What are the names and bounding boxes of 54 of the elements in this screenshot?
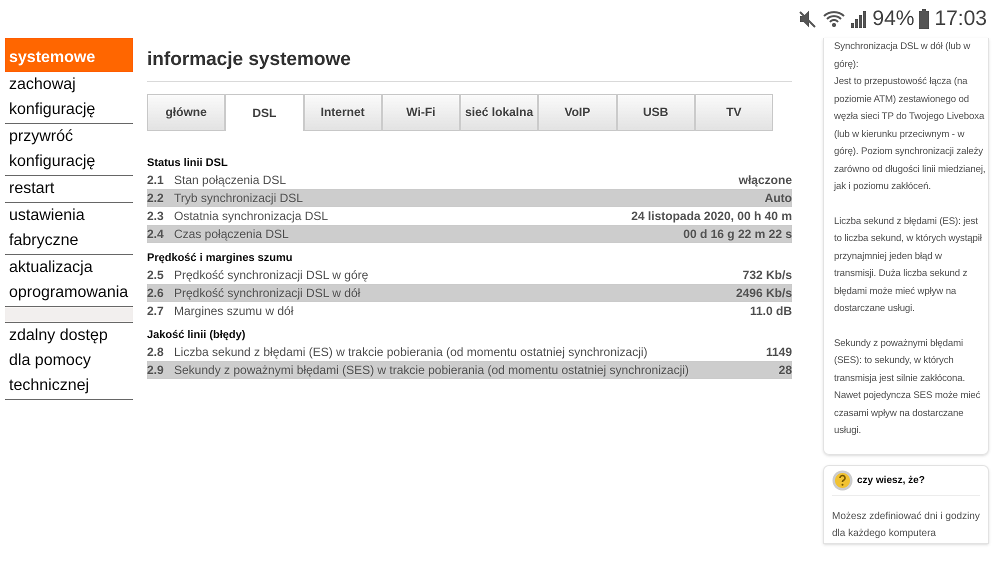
row-value: 28 [778, 362, 792, 378]
section-heading: Status linii DSL [147, 156, 229, 170]
tip-title: czy wiesz, że? [857, 474, 925, 488]
sidebar-item[interactable]: restart [5, 176, 133, 203]
row-number: 2.8 [147, 344, 165, 360]
help-text: Sekundy z poważnymi błędami (SES): to sekundy, w których transmisja jest silnie zakłócona. Nawet pojedyncza SES może mieć czasami wpływ na dostarczane usługi. [834, 336, 982, 438]
tab[interactable]: Internet [304, 94, 382, 130]
row-label: Liczba sekund z błędami (ES) w trakcie pobierania (od momentu ostatniej synchronizacji) [174, 344, 649, 360]
row-number: 2.3 [147, 208, 165, 224]
row-label: Ostatnia synchronizacja DSL [174, 208, 330, 224]
tab[interactable]: Wi-Fi [382, 94, 460, 130]
tab[interactable]: USB [616, 94, 695, 130]
question-icon [832, 470, 853, 490]
row-value: 11.0 dB [750, 302, 792, 320]
tab[interactable]: główne [147, 94, 226, 130]
battery-percentage: 94% [872, 6, 914, 32]
page-title: informacje systemowe [147, 38, 792, 82]
row-value: Auto [764, 190, 792, 206]
section-heading: Prędkość i margines szumu [147, 250, 294, 266]
row-label: Stan połączenia DSL [174, 172, 288, 188]
row-label: Prędkość synchronizacji DSL w dół [174, 284, 362, 302]
wifi-icon [822, 9, 846, 29]
row-number: 2.1 [147, 172, 165, 188]
row-value: 00 d 16 g 22 m 22 s [683, 226, 792, 242]
row-value: 732 Kb/s [742, 266, 792, 284]
row-value: 24 listopada 2020, 00 h 40 m [631, 208, 792, 224]
tab[interactable]: TV [694, 94, 773, 130]
row-label: Tryb synchronizacji DSL [174, 190, 304, 206]
tip-text: Możesz zdefiniować dni i godziny dla każdego komputera [832, 510, 980, 541]
row-number: 2.5 [147, 266, 165, 284]
tab[interactable]: VoIP [538, 94, 616, 130]
row-number: 2.6 [147, 284, 165, 302]
signal-icon [850, 9, 868, 29]
row-value: 2496 Kb/s [736, 284, 792, 302]
row-label: Margines szumu w dół [174, 302, 294, 320]
row-number: 2.7 [147, 302, 165, 320]
row-number: 2.2 [147, 190, 165, 206]
row-label: Prędkość synchronizacji DSL w górę [174, 266, 370, 284]
row-value: włączone [738, 172, 792, 188]
help-text: Jest to przepustowość łącza (na poziomie ATM) zestawionego od węzła sieci TP do Twojego Liveboxa (lub w kierunku przeciwnym - w górę). Poziom synchronizacji zależy zarówno od długości linii miedzianej, jak i poziomu zakłóceń. [834, 75, 986, 194]
row-value: 1149 [766, 344, 792, 360]
clock-time: 17:03 [934, 6, 987, 32]
section-heading: Jakość linii (błędy) [147, 328, 246, 342]
row-label: Czas połączenia DSL [174, 226, 290, 242]
battery-icon [918, 9, 930, 29]
tab[interactable]: sieć lokalna [460, 94, 538, 130]
tab[interactable]: DSL [225, 94, 304, 130]
sidebar-item[interactable]: zdalny dostęp dla pomocy technicznej [5, 323, 133, 400]
row-label: Sekundy z poważnymi błędami (SES) w trakcie pobierania (od momentu ostatniej synchronizacji) [174, 362, 690, 378]
row-number: 2.4 [147, 226, 165, 242]
row-number: 2.9 [147, 362, 165, 378]
help-text: Synchronizacja DSL w dół (lub w górę): [834, 40, 972, 72]
mute-icon [798, 9, 818, 29]
help-text: Liczba sekund z błędami (ES): jest to liczba sekund, w których wystąpił przynajmniej jeden błąd w transmisji. Duża liczba sekund z błędami może mieć wpływ na dostarczane usługi. [834, 214, 983, 316]
